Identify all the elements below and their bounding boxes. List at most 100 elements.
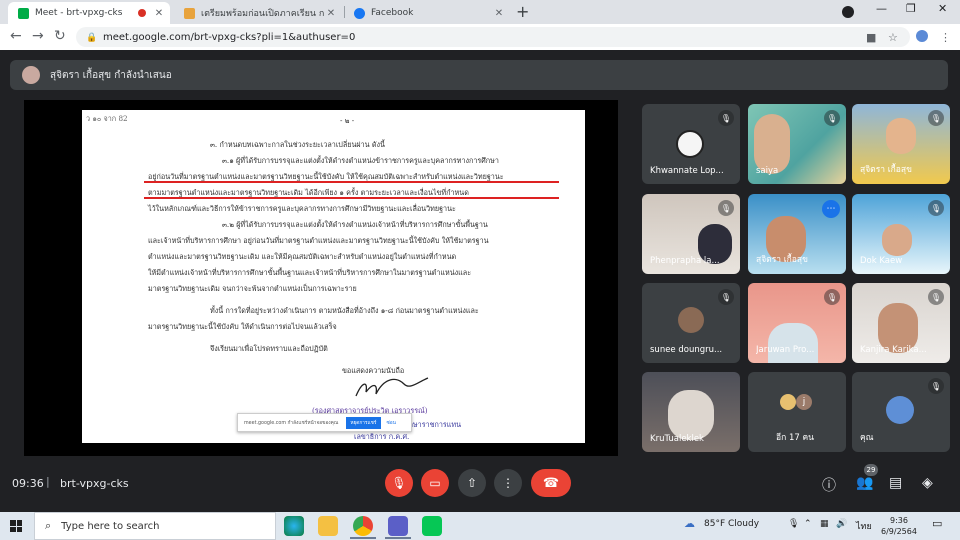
mic-off-icon: 🎙 [718,110,734,126]
participant-tile[interactable]: KruTualeklek [642,372,740,452]
browser-nav-bar: ← → ↻ 🔒 meet.google.com/brt-vpxg-cks?pli… [0,24,960,50]
active-app-indicator [385,537,411,539]
close-tab-icon[interactable]: ✕ [324,8,338,19]
clock-date: 6/9/2564 [881,527,917,536]
weather-icon: ☁ [684,517,695,530]
back-arrow-icon[interactable]: ← [10,28,22,44]
close-tab-icon[interactable]: ✕ [152,8,166,19]
extension-icon[interactable] [916,30,928,42]
present-screen-button[interactable]: ⇧ [458,469,486,497]
screen-share-notice: meet.google.com กำลังแชร์หน้าจอของคุณ หย… [237,413,412,432]
participant-tile[interactable]: 🎙 sunee doungru... [642,283,740,363]
participant-name: sunee doungru... [650,345,723,355]
notification-icon[interactable]: ▭ [932,517,942,530]
page-favicon-icon [184,7,195,19]
doc-line: มาตรฐานวิทยฐานะนี้ใช้บังคับ ให้ดำเนินการ… [148,322,337,331]
mic-off-icon: 🎙 [718,200,734,216]
participant-tile[interactable]: 🎙 Phenprapha la... [642,194,740,274]
participant-tile[interactable]: 🎙 Khwannate Lop... [642,104,740,184]
new-tab-button[interactable]: + [516,2,529,21]
address-bar[interactable]: 🔒 meet.google.com/brt-vpxg-cks?pli=1&aut… [76,27,910,47]
clock-time: 9:36 [889,516,908,525]
meet-favicon-icon [18,7,29,19]
taskbar-search-box[interactable]: ⌕ Type here to search [34,512,276,540]
tab-title: Facebook [371,8,414,18]
video-person [886,118,916,154]
activities-icon[interactable]: ◈ [922,475,933,491]
chevron-up-icon[interactable]: ⌃ [804,519,812,529]
chat-icon[interactable]: ▤ [889,475,902,491]
teams-icon[interactable] [388,516,408,536]
meeting-time: 09:36 [12,477,44,490]
active-app-indicator [350,537,376,539]
facebook-favicon-icon [354,7,365,19]
participant-name: สุจิตรา เกื้อสุข [860,165,912,175]
minimize-icon[interactable]: — [876,2,887,15]
doc-line: ๓.๑ ผู้ที่ได้รับการบรรจุและแต่งตั้งให้ดำ… [222,156,499,165]
weather-text[interactable]: 85°F Cloudy [704,519,759,529]
participant-tile-self[interactable]: 🎙 คุณ [852,372,950,452]
menu-kebab-icon[interactable]: ⋮ [940,31,951,44]
red-underline [144,181,559,183]
network-icon[interactable]: ▦ [820,519,829,529]
hide-notice-button[interactable]: ซ่อน [387,419,396,427]
more-options-button[interactable]: ⋯ [822,200,840,218]
doc-line: มาตรฐานวิทยฐานะเดิม จนกว่าจะพ้นจากตำแหน่… [148,284,357,293]
signature-icon [355,377,429,397]
avatar-letter: j [796,394,812,410]
tab-meet[interactable]: Meet - brt-vpxg-cks ✕ [8,2,170,24]
tab-presentation[interactable]: เตรียมพร้อมก่อนเปิดภาคเรียน การนำเสนอ Po… [174,2,342,24]
participant-tile[interactable]: ⋯ สุจิตรา เกื้อสุข [748,194,846,274]
tab-title: Meet - brt-vpxg-cks [35,8,123,18]
taskbar-clock[interactable]: 9:36 6/9/2564 [881,515,917,537]
camera-in-use-icon[interactable]: ■ [866,31,876,44]
line-icon[interactable] [422,516,442,536]
stop-sharing-button[interactable]: หยุดการแชร์ [346,416,381,429]
avatar [678,307,704,333]
microphone-tray-icon[interactable]: 🎙 [788,519,799,529]
profile-indicator-icon[interactable] [842,6,854,18]
people-icon[interactable]: 👥 [856,475,873,491]
participant-name: อีก 17 คน [776,433,814,443]
participant-tile[interactable]: 🎙 Kanjira Karika... [852,283,950,363]
more-options-button[interactable]: ⋮ [494,469,522,497]
participant-tile[interactable]: 🎙 saiya [748,104,846,184]
close-tab-icon[interactable]: ✕ [492,8,506,19]
doc-page-number: - ๒ - [340,116,355,125]
tab-facebook[interactable]: Facebook ✕ [344,2,510,24]
participant-tile[interactable]: j อีก 17 คน [748,372,846,452]
maximize-icon[interactable]: ❐ [906,2,916,15]
participant-tile[interactable]: 🎙 สุจิตรา เกื้อสุข [852,104,950,184]
mic-off-button[interactable]: 🎙 [385,469,413,497]
language-indicator[interactable]: ไทย [856,519,872,533]
windows-taskbar: ⌕ Type here to search ☁ 85°F Cloudy 🎙 ⌃ … [0,512,960,540]
meeting-code: brt-vpxg-cks [60,477,129,490]
avatar [676,130,704,158]
forward-arrow-icon[interactable]: → [32,28,44,44]
participant-name: saiya [756,166,779,176]
doc-line: ตำแหน่งและมาตรฐานวิทยฐานะเดิม และให้มีคุ… [148,252,457,261]
close-window-icon[interactable]: ✕ [938,2,947,15]
bookmark-star-icon[interactable]: ☆ [888,31,898,44]
leave-call-button[interactable]: ☎ [531,469,571,497]
mic-off-icon: 🎙 [718,289,734,305]
participant-tile[interactable]: 🎙 Dok Kaew [852,194,950,274]
chrome-icon[interactable] [353,516,373,536]
volume-icon[interactable]: 🔊 [836,519,847,529]
windows-start-icon[interactable] [10,520,22,532]
doc-line: ๓. กำหนดบทเฉพาะกาลในช่วงระยะเวลาเปลี่ยนผ… [210,140,385,149]
file-explorer-icon[interactable] [318,516,338,536]
participant-name: คุณ [860,433,874,443]
participant-tile[interactable]: 🎙 Jaruwan Pro... [748,283,846,363]
reload-icon[interactable]: ↻ [54,28,66,44]
mic-off-icon: 🎙 [928,110,944,126]
video-person [754,114,790,174]
participant-name: Kanjira Karika... [860,345,927,355]
avatar [780,394,796,410]
edge-icon[interactable] [284,516,304,536]
info-icon[interactable]: ⓘ [822,475,836,495]
mic-off-icon: 🎙 [928,200,944,216]
video-person [668,390,714,440]
camera-off-button[interactable]: ▭ [421,469,449,497]
video-person [882,224,912,256]
